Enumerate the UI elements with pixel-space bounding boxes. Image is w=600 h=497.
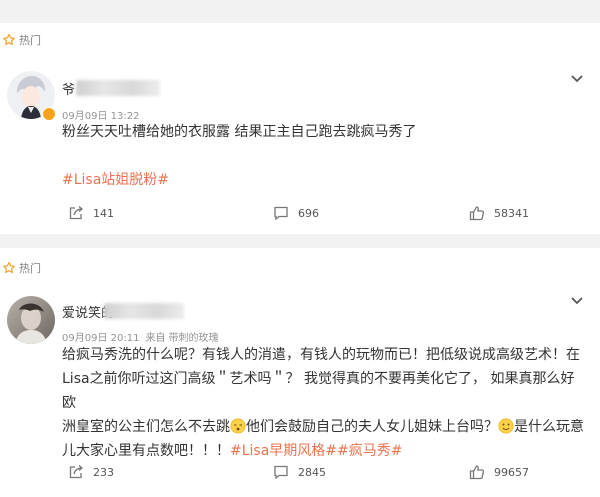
hot-label: 热门 (0, 260, 41, 276)
post-text: 粉丝天天吐槽给她的衣服露 结果正主自己跑去跳疯马秀了 (62, 124, 417, 140)
hashtag-link[interactable]: #Lisa站姐脱粉# (62, 172, 169, 188)
repost-button[interactable]: 141 (68, 205, 114, 221)
thumbs-up-icon (469, 465, 485, 480)
sleepy-face-emoji-icon (230, 418, 246, 434)
post-actions: 141 696 58341 (0, 205, 600, 225)
post-tags: #Lisa站姐脱粉# (62, 168, 586, 192)
like-button[interactable]: 99657 (469, 464, 529, 480)
post-actions: 233 2845 99657 (0, 464, 600, 484)
smiling-face-emoji-icon (498, 418, 514, 434)
post-card: 热门 爱说笑的 09月09日 20:11 来自 带刺的玫瑰 给疯马秀洗的什么呢？有钱… (0, 248, 600, 497)
post-text: 给疯马秀洗的什么呢？有钱人的消遣，有钱人的玩物而已！把低级说成高级艺术！在 Li… (62, 347, 584, 459)
chevron-down-icon[interactable] (570, 296, 584, 306)
avatar[interactable] (7, 296, 55, 344)
hot-label: 热门 (0, 32, 41, 48)
hot-icon (3, 261, 15, 274)
card-separator (0, 234, 600, 248)
post-meta: 09月09日 20:11 来自 带刺的玫瑰 (62, 333, 219, 344)
repost-icon (69, 465, 84, 479)
comment-button[interactable]: 696 (273, 205, 319, 221)
chevron-down-icon[interactable] (570, 74, 584, 84)
repost-button[interactable]: 233 (68, 464, 114, 480)
comment-icon (274, 206, 288, 221)
author-name[interactable]: 爷 (62, 79, 75, 98)
post-card: 热门 爷 09月09日 13:22 粉丝天天吐槽给她的衣服露 结果正主自己跑去跳… (0, 23, 600, 234)
author-name-blur (76, 80, 160, 96)
comment-icon (274, 465, 288, 480)
top-spacer (0, 0, 600, 23)
verified-badge-icon (42, 107, 56, 121)
hot-icon (3, 33, 15, 46)
thumbs-up-icon (469, 206, 485, 221)
repost-icon (69, 206, 84, 220)
like-button[interactable]: 58341 (469, 205, 529, 221)
hashtag-link[interactable]: #Lisa早期风格##疯马秀# (230, 443, 402, 459)
author-name-blur (104, 303, 184, 319)
comment-button[interactable]: 2845 (273, 464, 326, 480)
